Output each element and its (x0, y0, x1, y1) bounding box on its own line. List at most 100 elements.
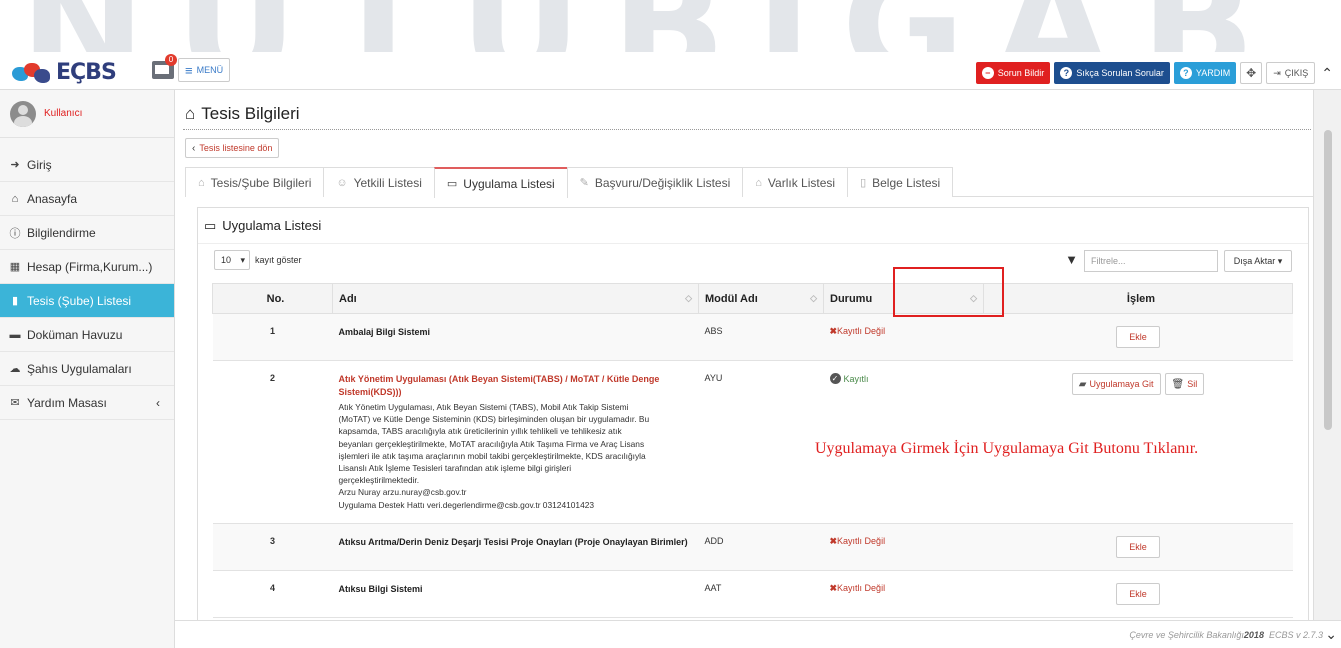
chevron-down-icon: ▾ (240, 254, 245, 265)
faq-button[interactable]: ? Sıkça Sorulan Sorular (1054, 62, 1170, 84)
sidebar-item-anasayfa[interactable]: ⌂ Anasayfa (0, 182, 174, 216)
tab-varlik-listesi[interactable]: ⌂ Varlık Listesi (742, 167, 849, 197)
menu-label: MENÜ (196, 65, 224, 75)
logo-mark-icon (12, 61, 52, 83)
go-to-application-button[interactable]: ▰ Uygulamaya Git (1071, 373, 1161, 395)
go-label: Uygulamaya Git (1089, 379, 1154, 389)
scroll-thumb[interactable] (1324, 130, 1332, 430)
hamburger-icon: ≡ (185, 62, 193, 78)
sidebar-item-hesap[interactable]: ▦ Hesap (Firma,Kurum...) (0, 250, 174, 284)
sign-in-icon: ➜ (10, 159, 20, 171)
laptop-icon: ▭ (204, 217, 217, 233)
page-length-label: kayıt göster (255, 255, 302, 265)
info-icon: ⓘ (9, 227, 21, 240)
desc-line: işlemleri ile atık taşıma araçlarının mo… (338, 450, 646, 461)
desc-line: Uygulama Destek Hattı veri.degerlendirme… (338, 499, 595, 510)
row-no: 2 (212, 360, 333, 524)
sidebar-item-label: Anasayfa (27, 191, 78, 206)
tab-belge-listesi[interactable]: ▯ Belge Listesi (847, 167, 954, 197)
sort-icon: ◇ (685, 293, 692, 303)
app-name: Ambalaj Bilgi Sistemi (338, 327, 431, 337)
status-badge: ✓ Kayıtlı (829, 373, 978, 384)
status-label: Kayıtlı Değil (837, 535, 886, 546)
sidebar-item-label: Bilgilendirme (27, 225, 96, 240)
page-length-select[interactable]: 10 ▾ (214, 250, 250, 270)
row-no: 1 (212, 313, 333, 361)
help-label: YARDIM (1195, 68, 1231, 78)
tab-uygulama-listesi[interactable]: ▭ Uygulama Listesi (433, 167, 568, 198)
desc-line: Atık Yönetim Uygulaması, Atık Beyan Sist… (338, 402, 629, 412)
module-name: AAT (698, 570, 824, 618)
sidebar-item-tesis-listesi[interactable]: ▮ Tesis (Şube) Listesi (0, 284, 174, 318)
sidebar-item-label: Tesis (Şube) Listesi (27, 293, 132, 308)
back-to-list-button[interactable]: ‹ Tesis listesine dön (185, 138, 280, 158)
app-name: Atıksu Bilgi Sistemi (338, 583, 423, 594)
column-header-no[interactable]: No.▲ (212, 283, 342, 314)
x-icon: ✖ (829, 582, 838, 593)
chevron-down-icon[interactable]: ⌄ (1325, 626, 1337, 643)
column-header-status[interactable]: Durumu ◇ (823, 283, 984, 314)
move-button[interactable]: ✥ (1240, 62, 1263, 84)
tab-label: Varlık Listesi (767, 175, 836, 190)
documents-icon: ▬ (9, 328, 21, 341)
chevron-left-icon: ‹ (192, 142, 196, 154)
sidebar: Kullanıcı ➜ Giriş ⌂ Anasayfa ⓘ Bilgilendirm… (0, 90, 175, 648)
building-icon: ▦ (9, 261, 21, 273)
desc-line: beyanları gerçekleştirilmekte, MoTAT ara… (338, 438, 645, 449)
mail-icon: ✉ (10, 397, 20, 409)
tab-basvuru-degisiklik-listesi[interactable]: ✎ Başvuru/Değişiklik Listesi (566, 167, 744, 197)
row-no: 4 (212, 570, 333, 618)
cloud-icon: ☁ (9, 363, 21, 375)
add-button[interactable]: Ekle (1116, 535, 1160, 558)
desc-line: Arzu Nuray arzu.nuray@csb.gov.tr (338, 487, 467, 498)
tab-label: Yetkili Listesi (353, 175, 422, 190)
status-label: Kayıtlı (843, 373, 869, 384)
sidebar-item-dokuman-havuzu[interactable]: ▬ Doküman Havuzu (0, 318, 174, 352)
sidebar-item-yardim-masasi[interactable]: ✉ Yardım Masası ‹ (0, 386, 174, 420)
filter-input[interactable]: Filtrele... (1084, 250, 1218, 272)
sidebar-item-label: Yardım Masası (27, 395, 107, 410)
page-length-value: 10 (221, 255, 232, 265)
sidebar-item-label: Giriş (27, 157, 52, 172)
tab-bar: ⌂ Tesis/Şube Bilgileri ☺ Yetkili Listesi ▭… (185, 167, 1313, 198)
annotation-text: Uygulamaya Girmek İçin Uygulamaya Git Bu… (815, 440, 1199, 457)
user-panel: Kullanıcı (0, 90, 174, 138)
status-badge: ✖Kayıtlı Değil (830, 536, 886, 546)
module-name: AYU (698, 360, 824, 524)
scrollbar[interactable] (1313, 90, 1341, 620)
column-header-module[interactable]: Modül Adı ◇ (698, 283, 824, 314)
logo[interactable]: EÇBS (12, 58, 117, 86)
help-button[interactable]: ? YARDIM (1173, 62, 1237, 84)
add-button[interactable]: Ekle (1116, 582, 1160, 605)
question-icon: ? (1060, 67, 1073, 79)
folder-open-icon: ▰ (1078, 378, 1087, 390)
app-description: Atık Yönetim Uygulaması, Atık Beyan Sist… (339, 401, 693, 511)
app-name[interactable]: Atık Yönetim Uygulaması (Atık Beyan Sist… (339, 373, 693, 399)
app-name: Atıksu Arıtma/Derin Deniz Deşarjı Tesisi… (338, 536, 688, 547)
column-header-name[interactable]: Adı ◇ (332, 283, 699, 314)
column-header-action: İşlem (983, 283, 1293, 314)
tab-tesis-sube-bilgileri[interactable]: ⌂ Tesis/Şube Bilgileri (185, 167, 325, 197)
row-no: 3 (212, 523, 333, 571)
sidebar-item-giris[interactable]: ➜ Giriş (0, 148, 174, 182)
report-issue-label: Sorun Bildir (997, 68, 1045, 78)
back-label: Tesis listesine dön (199, 143, 273, 153)
tab-yetkili-listesi[interactable]: ☺ Yetkili Listesi (323, 167, 435, 197)
home-icon: ⌂ (185, 104, 196, 123)
add-button[interactable]: Ekle (1116, 326, 1160, 348)
chevron-up-icon[interactable]: ⌃ (1321, 65, 1333, 82)
sidebar-item-bilgilendirme[interactable]: ⓘ Bilgilendirme (0, 216, 174, 250)
module-name: ADD (698, 523, 824, 571)
delete-button[interactable]: 🗑 Sil (1164, 373, 1205, 395)
sidebar-item-sahis-uygulamalari[interactable]: ☁ Şahıs Uygulamaları (0, 352, 174, 386)
table-row: 3 Atıksu Arıtma/Derin Deniz Deşarjı Tesi… (212, 523, 1293, 571)
page-title: ⌂ Tesis Bilgileri (185, 104, 300, 124)
table-controls: 10 ▾ kayıt göster ▼ Filtrele... Dışa Akt… (198, 250, 1310, 276)
table-row: 4 Atıksu Bilgi Sistemi AAT ✖Kayıtlı Deği… (212, 570, 1293, 618)
report-issue-button[interactable]: − Sorun Bildir (975, 62, 1051, 84)
column-label: Adı (339, 292, 357, 305)
menu-button[interactable]: ≡ MENÜ (178, 58, 231, 82)
logout-button[interactable]: ⇥ ÇIKIŞ (1266, 62, 1316, 84)
file-icon: ▯ (860, 177, 867, 189)
export-button[interactable]: Dışa Aktar ▾ (1224, 250, 1292, 272)
